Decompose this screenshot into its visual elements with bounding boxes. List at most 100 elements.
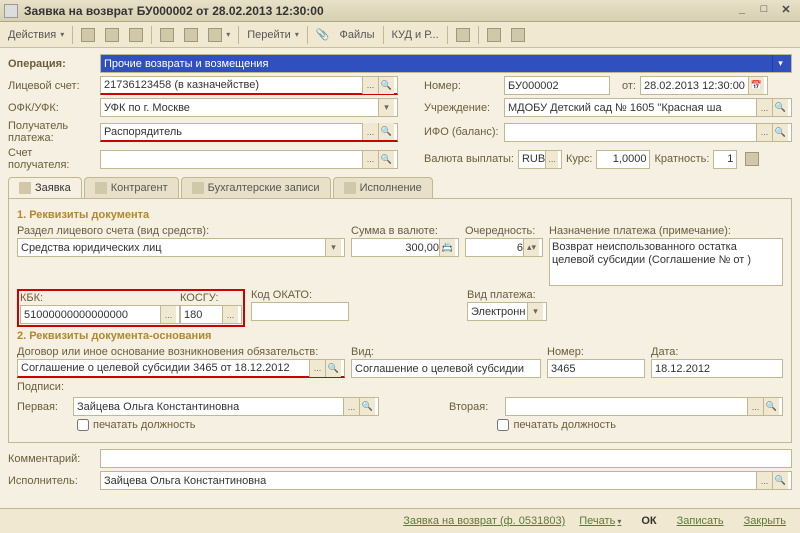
sum-field[interactable]: 300,00📇 xyxy=(351,238,459,257)
lookup-icon[interactable]: ... xyxy=(756,472,772,489)
lookup-icon[interactable]: ... xyxy=(160,306,176,323)
exec-label: Исполнитель: xyxy=(8,475,96,487)
tool-icon-3[interactable] xyxy=(125,26,147,44)
search-icon[interactable]: 🔍 xyxy=(378,151,394,168)
kind-field[interactable]: Соглашение о целевой субсидии xyxy=(351,359,541,378)
from-label: от: xyxy=(614,80,636,92)
tool-icon-2[interactable] xyxy=(101,26,123,44)
dropdown-icon[interactable]: ▾ xyxy=(325,239,341,256)
doc-icon xyxy=(19,182,31,194)
kosgu-label: КОСГУ: xyxy=(180,292,242,304)
sign-title: Подписи: xyxy=(17,381,783,393)
payer-label: Получатель платежа: xyxy=(8,120,96,144)
attach-icon[interactable]: 📎 xyxy=(312,26,334,43)
okato-label: Код ОКАТО: xyxy=(251,289,349,301)
currency-calc-icon[interactable] xyxy=(741,150,763,168)
razdel-field[interactable]: Средства юридических лиц▾ xyxy=(17,238,345,257)
print-pos-2[interactable]: печатать должность xyxy=(497,419,615,431)
help-icon[interactable] xyxy=(507,26,529,44)
minimize-button[interactable]: _ xyxy=(732,3,752,19)
tool-icon-6[interactable] xyxy=(204,26,234,44)
save-button[interactable]: Записать xyxy=(671,513,730,529)
tool-icon-4[interactable] xyxy=(156,26,178,44)
tool-icon-5[interactable] xyxy=(180,26,202,44)
basis-num-field[interactable]: 3465 xyxy=(547,359,645,378)
lookup-icon[interactable]: ... xyxy=(362,123,378,140)
lookup-icon[interactable]: ... xyxy=(756,99,772,116)
calendar-icon[interactable]: 📅 xyxy=(748,77,764,94)
order-field[interactable]: 6▴▾ xyxy=(465,238,543,257)
dropdown-icon[interactable]: ▾ xyxy=(378,99,394,116)
tab-bukh[interactable]: Бухгалтерские записи xyxy=(181,177,331,198)
sign2-field[interactable]: ...🔍 xyxy=(505,397,783,416)
operation-field[interactable]: Прочие возвраты и возмещения ▾ xyxy=(100,54,792,73)
exec-field[interactable]: Зайцева Ольга Константиновна...🔍 xyxy=(100,471,792,490)
okato-field[interactable] xyxy=(251,302,349,321)
razdel-label: Раздел лицевого счета (вид средств): xyxy=(17,225,345,237)
tool-icon-1[interactable] xyxy=(77,26,99,44)
search-icon[interactable]: 🔍 xyxy=(359,398,375,415)
lookup-icon[interactable]: ... xyxy=(747,398,763,415)
actions-menu[interactable]: Действия xyxy=(4,27,68,43)
bottom-bar: Заявка на возврат (ф. 0531803) Печать ОК… xyxy=(0,508,800,533)
ledger-icon xyxy=(192,182,204,194)
lookup-icon[interactable]: ... xyxy=(362,77,378,94)
search-icon[interactable]: 🔍 xyxy=(772,124,788,141)
kosgu-field[interactable]: 180... xyxy=(180,305,242,324)
mult-field[interactable]: 1 xyxy=(713,150,737,169)
kind-label: Вид: xyxy=(351,346,541,358)
lookup-icon[interactable]: ... xyxy=(309,360,325,377)
search-icon[interactable]: 🔍 xyxy=(378,123,394,140)
lookup-icon[interactable]: ... xyxy=(756,124,772,141)
titlebar: Заявка на возврат БУ000002 от 28.02.2013… xyxy=(0,0,800,22)
maximize-button[interactable]: □ xyxy=(754,3,774,19)
purpose-field[interactable]: Возврат неиспользованного остатка целево… xyxy=(549,238,783,286)
date-field[interactable]: 28.02.2013 12:30:00 📅 xyxy=(640,76,768,95)
dropdown-icon[interactable]: ▾ xyxy=(527,303,543,320)
account-field[interactable]: 21736123458 (в казначействе) ... 🔍 xyxy=(100,76,398,95)
search-icon[interactable]: 🔍 xyxy=(772,99,788,116)
search-icon[interactable]: 🔍 xyxy=(325,360,341,377)
print-pos-1[interactable]: печатать должность xyxy=(77,419,195,431)
ifo-field[interactable]: ... 🔍 xyxy=(504,123,792,142)
number-field[interactable]: БУ000002 xyxy=(504,76,610,95)
close-button[interactable]: ✕ xyxy=(776,3,796,19)
lookup-icon[interactable]: ... xyxy=(362,151,378,168)
search-icon[interactable]: 🔍 xyxy=(378,77,394,94)
tab-zayavka[interactable]: Заявка xyxy=(8,177,82,198)
currency-field[interactable]: RUB ... xyxy=(518,150,562,169)
basis-date-field[interactable]: 18.12.2012 xyxy=(651,359,783,378)
org-field[interactable]: МДОБУ Детский сад № 1605 "Красная ша ...… xyxy=(504,98,792,117)
calc-icon[interactable]: 📇 xyxy=(439,239,455,256)
ok-button[interactable]: ОК xyxy=(635,513,662,529)
goto-menu[interactable]: Перейти xyxy=(243,27,303,43)
search-icon[interactable]: 🔍 xyxy=(763,398,779,415)
lookup-icon[interactable]: ... xyxy=(343,398,359,415)
operation-dropdown-icon[interactable]: ▾ xyxy=(772,55,788,72)
sign1-field[interactable]: Зайцева Ольга Константиновна...🔍 xyxy=(73,397,379,416)
files-button[interactable]: Файлы xyxy=(336,27,379,43)
ofk-field[interactable]: УФК по г. Москве ▾ xyxy=(100,98,398,117)
payer-acc-field[interactable]: ... 🔍 xyxy=(100,150,398,169)
comment-field[interactable] xyxy=(100,449,792,468)
basis-field[interactable]: Соглашение о целевой субсидии 3465 от 18… xyxy=(17,359,345,378)
lookup-icon[interactable]: ... xyxy=(222,306,238,323)
sum-label: Сумма в валюте: xyxy=(351,225,459,237)
payer-field[interactable]: Распорядитель ... 🔍 xyxy=(100,123,398,142)
print-button[interactable]: Печать xyxy=(573,513,627,529)
paytype-field[interactable]: Электронн▾ xyxy=(467,302,547,321)
tool-icon-7[interactable] xyxy=(483,26,505,44)
spinner-icon[interactable]: ▴▾ xyxy=(523,239,539,256)
form-name-link[interactable]: Заявка на возврат (ф. 0531803) xyxy=(403,515,565,527)
currency-label: Валюта выплаты: xyxy=(424,153,514,165)
tab-ispolnenie[interactable]: Исполнение xyxy=(333,177,433,198)
kbk-field[interactable]: 51000000000000000... xyxy=(20,305,180,324)
rate-field[interactable]: 1,0000 xyxy=(596,150,650,169)
lookup-icon[interactable]: ... xyxy=(545,151,558,168)
tab-kontragent[interactable]: Контрагент xyxy=(84,177,179,198)
kudir-button[interactable]: КУД и Р... xyxy=(388,27,443,43)
close-button[interactable]: Закрыть xyxy=(738,513,792,529)
window-title: Заявка на возврат БУ000002 от 28.02.2013… xyxy=(24,4,730,18)
debit-credit-icon[interactable] xyxy=(452,26,474,44)
search-icon[interactable]: 🔍 xyxy=(772,472,788,489)
